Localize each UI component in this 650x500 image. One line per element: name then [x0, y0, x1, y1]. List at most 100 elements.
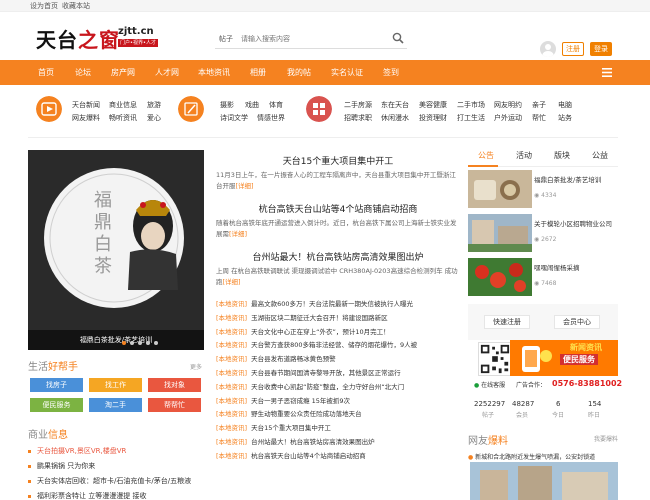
news-list-title: 杭台高铁天台山站等4个站商铺启动招商: [251, 451, 366, 460]
member-center-button[interactable]: 会员中心: [554, 315, 600, 329]
nav-item-checkin[interactable]: 签到: [383, 67, 399, 78]
slide-dot[interactable]: [138, 341, 142, 345]
tab-boards[interactable]: 版块: [554, 150, 570, 161]
news-list-item[interactable]: [本地资讯] 天台一男子恶窃成瘾 15年被抓9次: [216, 395, 350, 405]
category-link[interactable]: 天台新闻: [72, 100, 100, 110]
list-item[interactable]: 福鼎白茶批发/茶艺培训 ◉ 4334: [468, 170, 618, 210]
list-item[interactable]: 天台实体店回收：超市卡/石油充值卡/茅台/五粮液: [28, 476, 191, 486]
category-link[interactable]: 打工生活: [457, 113, 485, 123]
friends-heading: 网友爆料: [468, 436, 508, 447]
category-link[interactable]: 二手房源: [344, 100, 372, 110]
search-input[interactable]: [241, 31, 371, 47]
list-item[interactable]: 天台拍摄VR,景区VR,楼盘VR: [28, 446, 126, 456]
news-headline[interactable]: 台州站最大！杭台高铁站房高清效果图出炉: [216, 250, 460, 263]
news-list-item[interactable]: [本地资讯] 天台县发布道路畅冰黄色预警: [216, 353, 336, 363]
promo-banner[interactable]: 新闻资讯 便民服务: [510, 340, 618, 376]
category-link[interactable]: 网友明约: [494, 100, 522, 110]
nav-item-my-posts[interactable]: 我的帖: [287, 67, 311, 78]
nav-item-local-news[interactable]: 本地资讯: [198, 67, 230, 78]
news-list-item[interactable]: [本地资讯] 野生动物重要公众责任险成功落地天台: [216, 408, 362, 418]
news-list-item[interactable]: [本地资讯] 天台收费中心凯起“防疫”整盘，全力守好台州“北大门: [216, 381, 404, 391]
category-group-culture: 摄影 戏曲 体育 诗词文学 情感世界: [178, 92, 308, 130]
find-partner-button[interactable]: 找对象: [148, 378, 201, 392]
list-item[interactable]: 鹏果锅锅 只为你来: [28, 461, 95, 471]
search-icon[interactable]: [392, 32, 404, 44]
category-link[interactable]: 东在天台: [381, 100, 409, 110]
public-service-button[interactable]: 便民服务: [30, 398, 83, 412]
slide-dot[interactable]: [146, 341, 150, 345]
news-list-item[interactable]: [本地资讯] 玉湖街区块二期征迁大会召开！将建设国路新区: [216, 312, 388, 322]
news-headline[interactable]: 天台15个重大项目集中开工: [216, 154, 460, 167]
category-link[interactable]: 情感世界: [257, 113, 285, 123]
news-list-item[interactable]: [本地资讯] 天台县春节期间国清寺黎导开放，其他景区正常运行: [216, 367, 401, 377]
category-link[interactable]: 戏曲: [245, 100, 259, 110]
category-link[interactable]: 体育: [269, 100, 283, 110]
site-logo[interactable]: 天台之窗 zjtt.cn 门户•视界•人才: [36, 24, 176, 52]
news-more-link[interactable]: [详细]: [236, 182, 254, 190]
search-category-select[interactable]: 帖子: [219, 34, 233, 44]
category-link[interactable]: 网友爆料: [72, 113, 100, 123]
slide-dot[interactable]: [154, 341, 158, 345]
bookmark-link[interactable]: 收藏本站: [62, 1, 90, 11]
find-job-button[interactable]: 找工作: [89, 378, 142, 392]
list-item[interactable]: 福利彩票含特让 立等漫漫漫提 接收: [28, 491, 146, 500]
news-list-item[interactable]: [本地资讯] 杭台高铁天台山站等4个站商铺启动招商: [216, 450, 366, 460]
category-link[interactable]: 帮忙: [532, 113, 546, 123]
category-link[interactable]: 休闲漫水: [381, 113, 409, 123]
register-button[interactable]: 注册: [562, 42, 584, 56]
category-link[interactable]: 摄影: [220, 100, 234, 110]
category-link[interactable]: 招聘求职: [344, 113, 372, 123]
slide-dot[interactable]: [122, 341, 126, 345]
second-hand-button[interactable]: 淘二手: [89, 398, 142, 412]
category-link[interactable]: 电脑: [558, 100, 572, 110]
nav-item-forum[interactable]: 论坛: [75, 67, 91, 78]
news-list-item[interactable]: [本地资讯] 台州站最大！杭台高铁站房高清效果图出炉: [216, 436, 375, 446]
category-link[interactable]: 站务: [558, 113, 572, 123]
news-more-link[interactable]: [详细]: [229, 230, 247, 238]
news-headline[interactable]: 杭台高铁天台山站等4个站商铺启动招商: [216, 202, 460, 215]
tab-notice[interactable]: 公告: [478, 150, 494, 161]
nav-item-album[interactable]: 相册: [250, 67, 266, 78]
category-group-life: 二手房源 东在天台 美容健康 二手市场 网友明约 亲子 电脑 招聘求职 休闲漫水…: [306, 92, 616, 130]
feature-slide[interactable]: 福鼎白茶 福鼎白茶批发/茶艺培训: [28, 150, 204, 350]
tab-charity[interactable]: 公益: [592, 150, 608, 161]
helper-more-link[interactable]: 更多: [190, 362, 202, 371]
category-link[interactable]: 爱心: [147, 113, 161, 123]
category-link[interactable]: 商业信息: [109, 100, 137, 110]
help-button[interactable]: 帮帮忙: [148, 398, 201, 412]
news-list-item[interactable]: [本地资讯] 天台15个重大项目集中开工: [216, 422, 331, 432]
category-link[interactable]: 畅听资讯: [109, 113, 137, 123]
list-item[interactable]: 关于模轮小区招聘物业公司 ◉ 2672: [468, 214, 618, 254]
quick-register-button[interactable]: 快速注册: [484, 315, 530, 329]
promo-line-2: 便民服务: [560, 354, 598, 365]
online-service-link[interactable]: ● 在线客服: [474, 380, 505, 389]
category-link[interactable]: 旅游: [147, 100, 161, 110]
find-house-button[interactable]: 找房子: [30, 378, 83, 392]
category-link[interactable]: 诗词文学: [220, 113, 248, 123]
nav-item-verify[interactable]: 实名认证: [331, 67, 363, 78]
avatar[interactable]: [540, 41, 556, 57]
report-link[interactable]: 我要爆料: [594, 434, 618, 443]
list-item[interactable]: ● 新城和合北路附近发生爆气喷漏，公安封锁道: [468, 452, 618, 461]
news-list-item[interactable]: [本地资讯] 最高文款600多万！天台法院最新一期失信被执行人曝光: [216, 298, 413, 308]
nav-item-jobs[interactable]: 人才网: [155, 67, 179, 78]
news-summary: 随着杭台高铁年底开通运营进入倒计时。近日，杭台高铁下属公司上海新士铁实业发展需[…: [216, 219, 457, 238]
news-list-item[interactable]: [本地资讯] 天台警方查获800多箱非法经营、储存的烟花爆竹，9人被: [216, 339, 417, 349]
set-home-link[interactable]: 设为首页: [30, 1, 58, 11]
category-link[interactable]: 户外运动: [494, 113, 522, 123]
list-item[interactable]: 嘿嘿闹惺杨采摘 ◉ 7468: [468, 258, 618, 298]
menu-icon[interactable]: [602, 68, 612, 77]
category-link[interactable]: 投资理财: [419, 113, 447, 123]
news-list-item[interactable]: [本地资讯] 天台文化中心正在穿上“外衣”，预计10月完工！: [216, 326, 390, 336]
login-button[interactable]: 登录: [590, 42, 612, 56]
category-group-news: 天台新闻 商业信息 旅游 网友爆料 畅听资讯 爱心: [36, 92, 186, 130]
nav-item-house[interactable]: 房产网: [111, 67, 135, 78]
category-link[interactable]: 美容健康: [419, 100, 447, 110]
news-more-link[interactable]: [详细]: [223, 278, 241, 286]
nav-item-home[interactable]: 首页: [38, 67, 54, 78]
slide-dot[interactable]: [130, 341, 134, 345]
tab-activity[interactable]: 活动: [516, 150, 532, 161]
category-link[interactable]: 二手市场: [457, 100, 485, 110]
ad-hotline[interactable]: 0576-83881002: [552, 379, 622, 388]
category-link[interactable]: 亲子: [532, 100, 546, 110]
